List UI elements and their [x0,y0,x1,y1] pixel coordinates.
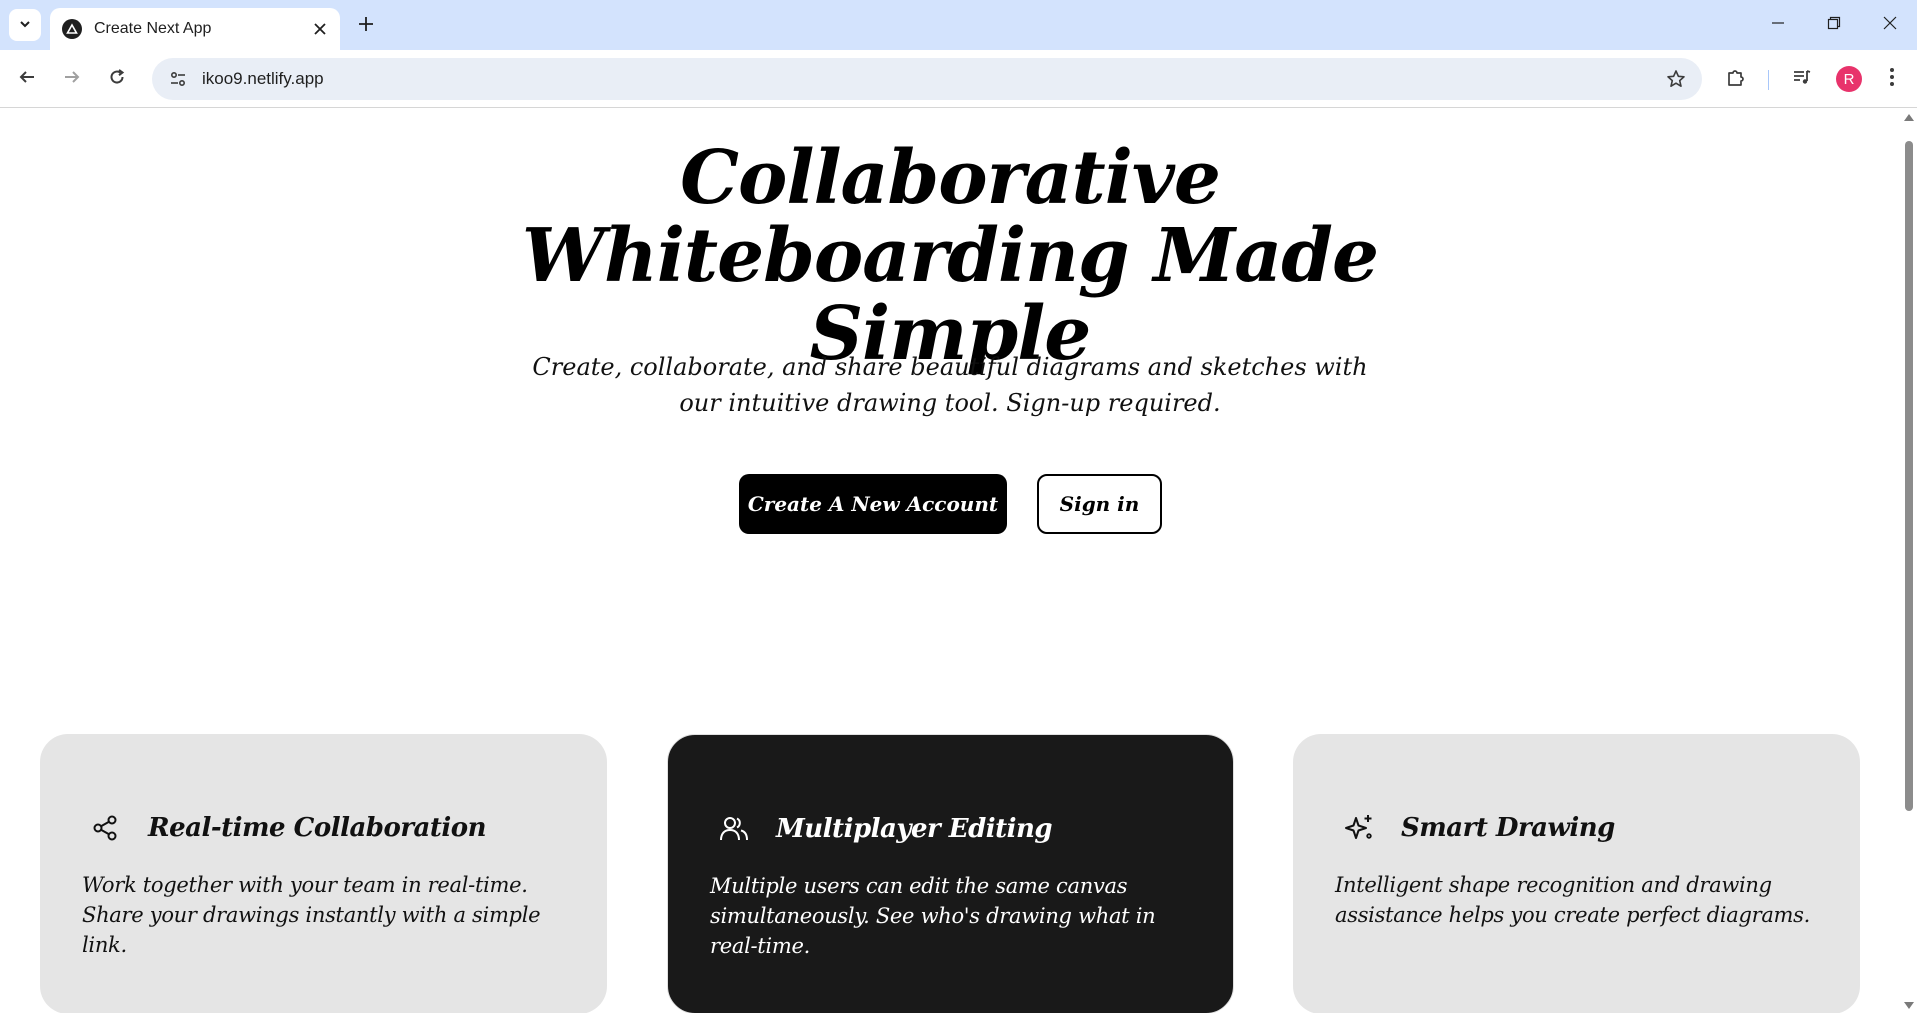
hero-subtitle: Create, collaborate, and share beautiful… [532,353,1368,417]
profile-avatar[interactable]: R [1836,66,1862,92]
active-tab[interactable]: Create Next App [50,8,340,50]
page-viewport: Collaborative Whiteboarding Made Simple … [0,109,1900,1013]
url-text[interactable]: ikoo9.netlify.app [202,69,1656,89]
page-scrollbar[interactable] [1900,109,1917,1013]
share-icon [90,812,122,844]
feature-title: Smart Drawing [1401,813,1615,843]
scroll-thumb[interactable] [1905,141,1913,811]
feature-card-smart-drawing: Smart Drawing Intelligent shape recognit… [1293,734,1860,1013]
feature-card-realtime: Real-time Collaboration Work together wi… [40,734,607,1013]
users-icon [718,813,750,845]
feature-description: Work together with your team in real-tim… [82,873,541,957]
forward-button[interactable] [55,62,89,96]
site-settings-icon[interactable] [158,59,198,99]
browser-menu-button[interactable] [1875,62,1909,96]
media-controls-button[interactable] [1785,62,1819,96]
sparkles-icon [1343,812,1375,844]
extensions-button[interactable] [1719,62,1753,96]
tab-search-button[interactable] [9,9,41,41]
feature-card-multiplayer: Multiplayer Editing Multiple users can e… [667,734,1234,1013]
feature-title: Multiplayer Editing [776,814,1053,844]
feature-description: Multiple users can edit the same canvas … [710,874,1156,958]
scroll-down-arrow-icon[interactable] [1904,1002,1914,1009]
tab-title: Create Next App [94,20,212,37]
new-tab-button[interactable] [350,10,382,42]
restore-button[interactable] [1806,0,1862,48]
feature-description: Intelligent shape recognition and drawin… [1335,873,1811,927]
queue-music-icon [1792,67,1812,91]
hero-title: Collaborative Whiteboarding Made Simple [521,135,1379,377]
plus-icon [358,16,374,36]
restore-icon [1827,15,1841,34]
sign-in-button[interactable]: Sign in [1037,474,1162,534]
scroll-up-arrow-icon[interactable] [1904,114,1914,121]
minimize-button[interactable] [1750,0,1806,48]
create-account-button[interactable]: Create A New Account [739,474,1007,534]
feature-title: Real-time Collaboration [148,813,487,843]
chevron-down-icon [18,16,32,35]
puzzle-icon [1726,67,1746,91]
close-window-button[interactable] [1862,0,1917,48]
arrow-right-icon [63,68,81,90]
bookmark-star-icon[interactable] [1656,59,1696,99]
address-bar[interactable]: ikoo9.netlify.app [152,58,1702,100]
arrow-left-icon [18,68,36,90]
minimize-icon [1771,15,1785,34]
tab-strip: Create Next App [0,0,1917,50]
nextjs-favicon-icon [62,19,82,39]
reload-icon [108,68,126,90]
more-vertical-icon [1889,67,1895,91]
toolbar-separator [1768,70,1769,90]
back-button[interactable] [10,62,44,96]
browser-toolbar: ikoo9.netlify.app [0,50,1917,108]
close-icon [1883,15,1897,34]
tab-close-icon[interactable] [306,15,334,43]
reload-button[interactable] [100,62,134,96]
